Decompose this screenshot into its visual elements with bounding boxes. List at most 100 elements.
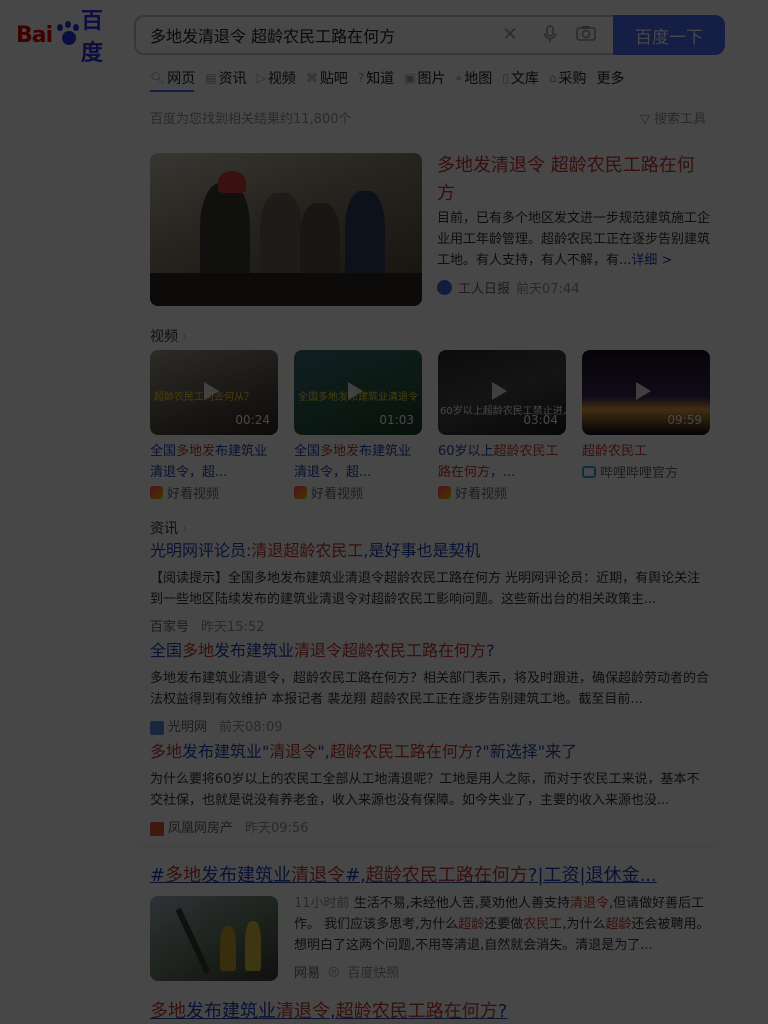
title-highlight: 清退令 bbox=[276, 1001, 330, 1022]
desc-part: 还要做 bbox=[484, 917, 524, 932]
desc-part: 生活不易,未经他人苦,莫劝他人善支持 bbox=[353, 896, 570, 911]
news-title[interactable]: 多地发布建筑业"清退令",超龄农民工路在何方?"新选择"来了 bbox=[150, 741, 710, 763]
shop-icon: ⌂ bbox=[548, 71, 557, 85]
tab-label: 资讯 bbox=[218, 71, 247, 87]
tab-label: 知道 bbox=[366, 71, 395, 87]
title-highlight: 清退令超龄农民工路在何方 bbox=[294, 641, 487, 660]
tab-web[interactable]: 🔍︎ 网页 bbox=[150, 66, 195, 90]
title-part: 全国 bbox=[294, 444, 321, 459]
result-thumbnail[interactable] bbox=[150, 896, 278, 981]
tab-tieba[interactable]: ⌘ 贴吧 bbox=[306, 66, 348, 90]
title-highlight: 多地 bbox=[150, 1001, 186, 1022]
hero-more-link[interactable]: 详细 > bbox=[631, 253, 672, 268]
title-part: 布建筑业 bbox=[359, 444, 412, 459]
tab-zhidao[interactable]: ? 知道 bbox=[358, 66, 394, 90]
tab-wenku[interactable]: ▯ 文库 bbox=[502, 66, 539, 90]
news-title[interactable]: 全国多地发布建筑业清退令超龄农民工路在何方? bbox=[150, 640, 710, 662]
hero-meta: 工人日报 前天07:44 bbox=[437, 278, 579, 297]
result-source[interactable]: 网易 bbox=[294, 962, 320, 981]
video-duration: 03:04 bbox=[523, 413, 558, 427]
camera-icon[interactable] bbox=[576, 25, 596, 45]
play-icon[interactable] bbox=[492, 382, 507, 400]
title-part: 发布建筑业 bbox=[186, 1001, 276, 1022]
source-row[interactable]: 凤凰网房产 bbox=[150, 817, 233, 836]
video-title[interactable]: 全国多地发布建筑业 清退令，超... bbox=[150, 441, 278, 483]
header: Bai 百度 ✕ 百度一下 bbox=[0, 0, 768, 66]
video-thumbnail[interactable]: 超龄农民工何去何从？ 00:24 bbox=[150, 350, 278, 435]
baidu-logo[interactable]: Bai 百度 bbox=[16, 9, 120, 66]
desc-highlight: 超龄 bbox=[458, 917, 485, 932]
video-thumbnail[interactable]: 全国多地发布建筑业清退令 01:03 bbox=[294, 350, 422, 435]
title-highlight: 多地发 bbox=[320, 444, 360, 459]
source-row[interactable]: 光明网 bbox=[150, 716, 207, 735]
document-icon: ▯ bbox=[502, 71, 509, 85]
title-part: 布建筑业 bbox=[215, 444, 268, 459]
tab-map[interactable]: ⌖ 地图 bbox=[456, 66, 493, 90]
video-title[interactable]: 全国多地发布建筑业 清退令，超... bbox=[294, 441, 422, 483]
video-card[interactable]: 超龄农民工何去何从？ 00:24 全国多地发布建筑业 清退令，超... 好看视频 bbox=[150, 350, 278, 502]
snapshot-icon: ◎ bbox=[328, 964, 340, 979]
hero-source[interactable]: 工人日报 bbox=[458, 278, 510, 297]
title-highlight: 多地发 bbox=[176, 444, 216, 459]
result-title[interactable]: #多地发布建筑业清退令#,超龄农民工路在何方?|工资|退休金... bbox=[150, 864, 710, 888]
tab-label: 贴吧 bbox=[319, 71, 348, 87]
desc-highlight: 农民工 bbox=[523, 917, 563, 932]
tab-more[interactable]: 更多 bbox=[597, 66, 625, 90]
tab-purchase[interactable]: ⌂ 采购 bbox=[549, 66, 587, 90]
title-part: 发布建筑业 bbox=[201, 865, 292, 886]
news-time: 昨天15:52 bbox=[201, 620, 265, 635]
microphone-icon[interactable] bbox=[540, 25, 560, 45]
video-carousel: 超龄农民工何去何从？ 00:24 全国多地发布建筑业 清退令，超... 好看视频 … bbox=[150, 350, 710, 502]
play-icon[interactable] bbox=[204, 382, 219, 400]
video-card[interactable]: 60岁以上超龄农民工禁止进入 03:04 60岁以上超龄农民工 路在何方，... … bbox=[438, 350, 566, 502]
tab-video[interactable]: ▷ 视频 bbox=[257, 66, 296, 90]
hero-image[interactable] bbox=[150, 153, 422, 306]
news-section-label[interactable]: 资讯 › bbox=[150, 518, 188, 538]
search-button[interactable]: 百度一下 bbox=[613, 15, 725, 55]
snapshot-link[interactable]: 百度快照 bbox=[347, 962, 399, 981]
hero-title[interactable]: 多地发清退令 超龄农民工路在何方 bbox=[437, 152, 712, 208]
video-source: 哔哩哔哩官方 bbox=[582, 462, 710, 481]
news-description: 【阅读提示】全国多地发布建筑业清退令超龄农民工路在何方 光明网评论员：近期，有舆… bbox=[150, 571, 701, 607]
tab-images[interactable]: ▣ 图片 bbox=[404, 66, 445, 90]
video-title[interactable]: 60岁以上超龄农民工 路在何方，... bbox=[438, 441, 566, 483]
result-title[interactable]: 多地发布建筑业清退令,超龄农民工路在何方? bbox=[150, 1000, 710, 1024]
tab-label: 地图 bbox=[464, 71, 493, 87]
video-thumbnail[interactable]: 60岁以上超龄农民工禁止进入 03:04 bbox=[438, 350, 566, 435]
title-part: 光明网评论员: bbox=[150, 541, 252, 560]
title-highlight: 多地 bbox=[182, 641, 215, 660]
news-source: 光明网 bbox=[168, 720, 208, 735]
video-source: 好看视频 bbox=[150, 483, 278, 502]
bilibili-icon bbox=[582, 465, 596, 478]
play-icon[interactable] bbox=[348, 382, 363, 400]
title-highlight: 超龄农民工路在何方 bbox=[365, 865, 528, 886]
title-part: 清退令 bbox=[294, 465, 334, 480]
result-count: 百度为您找到相关结果约11,800个 bbox=[150, 112, 352, 127]
tab-label: 更多 bbox=[596, 71, 625, 87]
video-thumbnail[interactable]: 09:59 bbox=[582, 350, 710, 435]
video-title[interactable]: 超龄农民工 bbox=[582, 441, 710, 462]
video-card[interactable]: 全国多地发布建筑业清退令 01:03 全国多地发布建筑业 清退令，超... 好看视… bbox=[294, 350, 422, 502]
logo-text-left: Bai bbox=[16, 22, 53, 48]
play-icon[interactable] bbox=[636, 382, 651, 400]
news-source[interactable]: 百家号 bbox=[150, 616, 189, 635]
desc-highlight: 超龄 bbox=[605, 917, 632, 932]
title-highlight: 清退令 bbox=[269, 742, 318, 761]
title-part: ? bbox=[497, 1001, 508, 1022]
chevron-right-icon: › bbox=[182, 329, 188, 345]
video-card[interactable]: 09:59 超龄农民工 哔哩哔哩官方 bbox=[582, 350, 710, 481]
ifeng-logo-icon bbox=[150, 821, 164, 836]
title-part: 60岁以上 bbox=[438, 444, 494, 459]
tab-label: 采购 bbox=[558, 71, 587, 87]
video-section-label[interactable]: 视频 › bbox=[150, 326, 188, 346]
clear-icon[interactable]: ✕ bbox=[500, 25, 520, 45]
search-tools[interactable]: ▽ 搜索工具 bbox=[640, 108, 706, 127]
news-item: 多地发布建筑业"清退令",超龄农民工路在何方?"新选择"来了 为什么要将60岁以… bbox=[150, 741, 710, 836]
tab-news[interactable]: ▤ 资讯 bbox=[205, 66, 246, 90]
search-input[interactable] bbox=[150, 17, 480, 53]
news-meta: 百家号 昨天15:52 bbox=[150, 616, 710, 635]
news-title[interactable]: 光明网评论员:清退超龄农民工,是好事也是契机 bbox=[150, 540, 710, 562]
tab-label: 文库 bbox=[510, 71, 539, 87]
search-tools-label: 搜索工具 bbox=[654, 112, 707, 127]
tab-label: 图片 bbox=[417, 71, 446, 87]
